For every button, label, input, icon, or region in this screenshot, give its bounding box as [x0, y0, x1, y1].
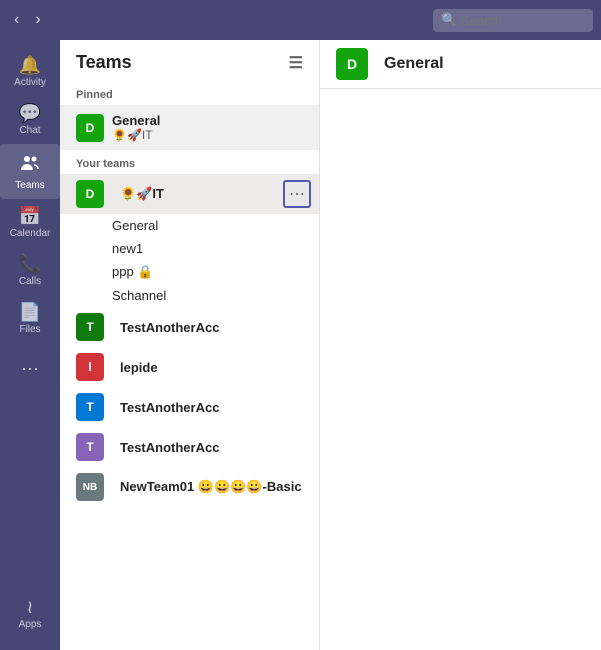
teams-panel: Teams ☰ Pinned D General 🌻🚀IT Your teams… — [60, 40, 320, 650]
team-name-it: 🌻🚀IT — [120, 186, 164, 202]
calls-icon: 📞 — [19, 255, 41, 273]
team-row-newteam01[interactable]: NB NewTeam01 😀😀😀😀-Basic — [60, 467, 319, 507]
sidebar-item-calls[interactable]: 📞 Calls — [0, 247, 60, 295]
main-team-avatar: D — [336, 48, 368, 80]
team-row-testanotheracc-1[interactable]: T TestAnotherAcc — [60, 307, 319, 347]
main-team-name: General — [384, 55, 444, 73]
sidebar-label-apps: Apps — [19, 619, 42, 630]
sidebar-item-calendar[interactable]: 📅 Calendar — [0, 199, 60, 247]
team-avatar-nb: NB — [76, 473, 104, 501]
sidebar-label-teams: Teams — [15, 180, 44, 191]
sidebar-item-teams[interactable]: Teams — [0, 144, 60, 199]
team-avatar-lepide: l — [76, 353, 104, 381]
channel-general[interactable]: General — [60, 214, 319, 237]
sidebar-label-calendar: Calendar — [10, 228, 51, 239]
activity-icon: 🔔 — [19, 56, 41, 74]
search-container: 🔍 — [433, 9, 593, 32]
files-icon: 📄 — [19, 303, 41, 321]
team-avatar-t3: T — [76, 433, 104, 461]
team-row-testanotheracc-2[interactable]: T TestAnotherAcc — [60, 387, 319, 427]
sidebar-label-activity: Activity — [14, 77, 46, 88]
team-ellipsis-it[interactable]: ⋯ — [283, 180, 311, 208]
sidebar-more-button[interactable]: ⋯ — [13, 351, 47, 388]
team-name-t3: TestAnotherAcc — [120, 440, 219, 455]
teams-panel-header: Teams ☰ — [60, 40, 319, 81]
team-row-lepide[interactable]: l lepide — [60, 347, 319, 387]
sidebar-item-apps[interactable]: ≀ Apps — [15, 590, 46, 638]
pinned-team-name: General — [112, 113, 160, 128]
team-name-nb: NewTeam01 😀😀😀😀-Basic — [120, 479, 302, 495]
pinned-team-info: General 🌻🚀IT — [112, 113, 160, 142]
channel-new1[interactable]: new1 — [60, 237, 319, 260]
forward-button[interactable]: › — [29, 9, 46, 31]
nav-arrows: ‹ › — [8, 9, 47, 31]
back-button[interactable]: ‹ — [8, 9, 25, 31]
sidebar: 🔔 Activity 💬 Chat Teams 📅 Calendar 📞 — [0, 40, 60, 650]
team-name-t2: TestAnotherAcc — [120, 400, 219, 415]
sidebar-item-files[interactable]: 📄 Files — [0, 295, 60, 343]
sidebar-label-calls: Calls — [19, 276, 41, 287]
main-content: D General Hide — [320, 40, 601, 650]
sidebar-item-activity[interactable]: 🔔 Activity — [0, 48, 60, 96]
team-avatar-t1: T — [76, 313, 104, 341]
pinned-team-avatar: D — [76, 114, 104, 142]
channel-ppp[interactable]: ppp 🔒 — [60, 260, 319, 284]
team-name-lepide: lepide — [120, 360, 158, 375]
sidebar-label-chat: Chat — [19, 125, 40, 136]
main-layout: 🔔 Activity 💬 Chat Teams 📅 Calendar 📞 — [0, 40, 601, 650]
pinned-team-subtitle: 🌻🚀IT — [112, 128, 160, 142]
sidebar-label-files: Files — [19, 324, 40, 335]
chat-icon: 💬 — [19, 104, 41, 122]
top-bar: ‹ › 🔍 — [0, 0, 601, 40]
search-input[interactable] — [433, 9, 593, 32]
sidebar-item-chat[interactable]: 💬 Chat — [0, 96, 60, 144]
main-content-header: D General — [320, 40, 601, 89]
calendar-icon: 📅 — [19, 207, 41, 225]
team-avatar-t2: T — [76, 393, 104, 421]
teams-title: Teams — [76, 52, 132, 73]
pinned-label: Pinned — [60, 81, 319, 105]
team-row-testanotheracc-3[interactable]: T TestAnotherAcc — [60, 427, 319, 467]
apps-icon: ≀ — [27, 598, 34, 616]
teams-icon — [19, 152, 41, 177]
pinned-team-row[interactable]: D General 🌻🚀IT — [60, 105, 319, 150]
team-name-t1: TestAnotherAcc — [120, 320, 219, 335]
team-avatar-it: D — [76, 180, 104, 208]
channel-schannel[interactable]: Schannel — [60, 284, 319, 307]
filter-icon[interactable]: ☰ — [289, 53, 303, 73]
team-row-it[interactable]: D 🌻🚀IT ⋯ — [60, 174, 319, 214]
your-teams-label: Your teams — [60, 150, 319, 174]
